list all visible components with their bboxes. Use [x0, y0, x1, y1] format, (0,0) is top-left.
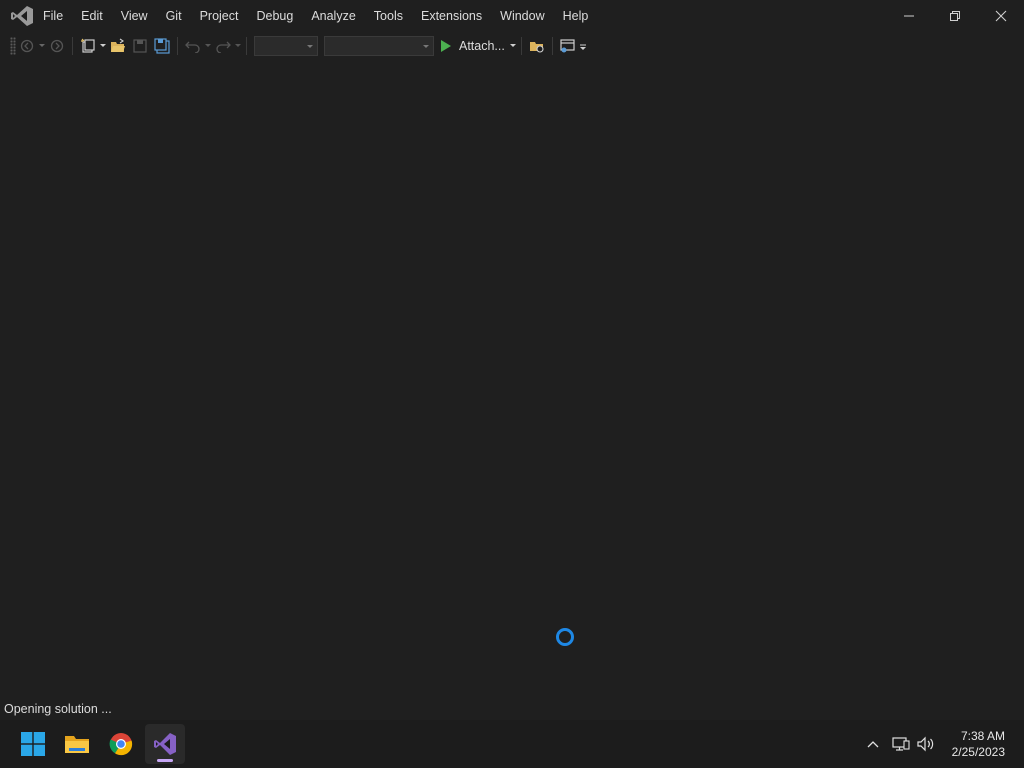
attach-label: Attach... — [459, 39, 505, 53]
network-icon — [892, 737, 910, 751]
menu-window[interactable]: Window — [491, 0, 553, 32]
navigate-forward-icon[interactable] — [48, 37, 66, 55]
toolbar-separator — [72, 37, 73, 55]
restore-icon — [950, 11, 960, 21]
toolbar-grip[interactable] — [10, 37, 16, 55]
chrome-icon — [109, 733, 133, 756]
window-controls — [886, 0, 1024, 32]
volume-button[interactable] — [915, 720, 937, 768]
close-button[interactable] — [978, 0, 1024, 32]
visual-studio-logo-icon[interactable] — [10, 5, 34, 27]
play-icon — [441, 40, 451, 52]
windows-logo-icon — [21, 732, 45, 756]
navigate-backward-icon[interactable] — [18, 37, 36, 55]
minimize-button[interactable] — [886, 0, 932, 32]
visual-studio-icon — [154, 733, 176, 755]
menu-file[interactable]: File — [34, 0, 72, 32]
navigate-backward-dropdown[interactable] — [38, 37, 46, 55]
chevron-up-icon — [867, 741, 879, 748]
new-project-dropdown[interactable] — [99, 37, 107, 55]
save-icon[interactable] — [131, 37, 149, 55]
menu-help[interactable]: Help — [554, 0, 598, 32]
open-file-icon[interactable] — [109, 37, 127, 55]
restore-button[interactable] — [932, 0, 978, 32]
menu-project[interactable]: Project — [191, 0, 248, 32]
menu-tools[interactable]: Tools — [365, 0, 412, 32]
toolbar-separator — [551, 37, 553, 55]
taskbar-file-explorer[interactable] — [57, 724, 97, 764]
minimize-icon — [904, 15, 914, 17]
undo-dropdown[interactable] — [204, 37, 212, 55]
new-project-icon[interactable] — [79, 37, 97, 55]
menu-git[interactable]: Git — [157, 0, 191, 32]
title-bar: File Edit View Git Project Debug Analyze… — [0, 0, 1024, 32]
status-bar-text: Opening solution ... — [4, 702, 112, 716]
window-layout-icon[interactable] — [559, 37, 577, 55]
file-explorer-icon — [65, 736, 89, 753]
menu-bar: File Edit View Git Project Debug Analyze… — [34, 0, 597, 32]
menu-debug[interactable]: Debug — [247, 0, 302, 32]
network-status-button[interactable] — [890, 720, 912, 768]
menu-analyze[interactable]: Analyze — [302, 0, 364, 32]
start-button[interactable] — [13, 724, 53, 764]
toolbar-options-dropdown[interactable] — [579, 37, 587, 55]
close-icon — [995, 10, 1007, 22]
chevron-down-icon — [423, 45, 429, 48]
clock-time: 7:38 AM — [960, 729, 1005, 743]
undo-icon[interactable] — [184, 37, 202, 55]
taskbar-visual-studio[interactable] — [145, 724, 185, 764]
toolbar-separator — [246, 37, 247, 55]
attach-button[interactable]: Attach... — [437, 36, 509, 56]
save-all-icon[interactable] — [153, 37, 171, 55]
chevron-down-icon — [307, 45, 313, 48]
volume-icon — [917, 736, 934, 752]
toolbar-separator — [520, 37, 522, 55]
taskbar-chrome[interactable] — [101, 724, 141, 764]
loading-spinner-icon — [556, 628, 574, 646]
redo-dropdown[interactable] — [234, 37, 242, 55]
solution-configurations-combo[interactable] — [254, 36, 318, 56]
menu-view[interactable]: View — [112, 0, 157, 32]
attach-dropdown[interactable] — [509, 37, 517, 55]
active-app-indicator — [157, 759, 173, 762]
menu-extensions[interactable]: Extensions — [412, 0, 491, 32]
redo-icon[interactable] — [214, 37, 232, 55]
toolbar-separator — [177, 37, 178, 55]
standard-toolbar: Attach... — [0, 33, 640, 59]
menu-edit[interactable]: Edit — [72, 0, 112, 32]
show-hidden-icons-button[interactable] — [862, 720, 884, 768]
taskbar: 7:38 AM 2/25/2023 — [0, 720, 1024, 768]
solution-platforms-combo[interactable] — [324, 36, 434, 56]
solution-explorer-icon[interactable] — [528, 37, 546, 55]
clock-date: 2/25/2023 — [951, 745, 1005, 759]
system-clock[interactable]: 7:38 AM 2/25/2023 — [952, 728, 1005, 760]
